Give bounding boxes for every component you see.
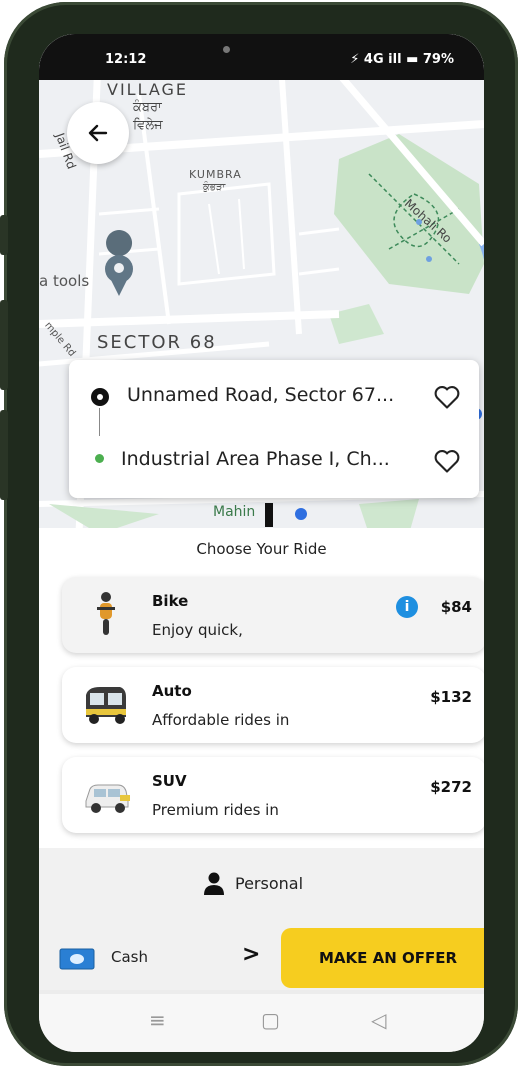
ride-option-auto[interactable]: Auto Affordable rides in $132 [62,667,484,743]
drop-dot-icon [95,454,104,463]
ride-description: Premium rides in [152,801,279,819]
ride-name: Auto [152,682,192,700]
info-icon[interactable]: i [396,596,418,618]
chevron-right-icon[interactable]: > [242,942,260,967]
pickup-dot-icon [91,388,109,406]
camera-icon [223,46,230,53]
drop-location[interactable]: Industrial Area Phase I, Ch... [121,448,390,470]
cash-icon [59,948,95,970]
arrow-left-icon [88,124,108,142]
profile-selector[interactable]: Personal [39,848,484,924]
status-bar: 12:12 ⚡ 4G ill ▬ 79% [39,34,484,80]
location-card: Unnamed Road, Sector 67... Industrial Ar… [69,360,479,498]
map-label-kumbra-punjabi: ਕੁੰਭੜਾ [203,182,226,193]
choose-ride-title: Choose Your Ride [196,540,327,558]
map-label-kumbra: KUMBRA [189,168,242,181]
ride-option-bike[interactable]: Bike Enjoy quick, i $84 [62,577,484,653]
ride-price: $272 [430,778,472,796]
payment-label: Cash [111,948,148,966]
pickup-location[interactable]: Unnamed Road, Sector 67... [127,384,394,406]
ride-name: Bike [152,592,189,610]
make-offer-button[interactable]: MAKE AN OFFER [281,928,484,988]
payment-method[interactable]: Cash > [39,924,269,990]
volume-button [0,300,8,390]
back-button[interactable] [67,102,129,164]
suv-icon [85,784,130,813]
ride-price: $132 [430,688,472,706]
ride-description: Affordable rides in [152,711,290,729]
person-icon [204,872,224,895]
home-nav-icon[interactable]: ▢ [261,1008,280,1032]
screen: VILLAGE ਕੰਬਰਾ ਵਿਲੇਜ KUMBRA ਕੁੰਭੜਾ Jail R… [39,34,484,1052]
route-connector [99,408,100,436]
map-label-mahin: Mahin [213,504,256,520]
map-label-village: VILLAGE [107,80,189,99]
map-label-sector: SECTOR 68 [97,332,217,353]
profile-label: Personal [235,874,304,893]
bottom-actions: Cash > MAKE AN OFFER [39,924,484,990]
heart-icon[interactable] [433,448,461,474]
map-label-tools: a tools [39,272,90,290]
heart-icon[interactable] [433,384,461,410]
system-nav-bar: ≡ ▢ ◁ [39,994,484,1052]
back-nav-icon[interactable]: ◁ [371,1008,386,1032]
ride-description: Enjoy quick, [152,621,243,639]
volume-button [0,215,8,255]
power-button [0,410,8,500]
ride-option-suv[interactable]: SUV Premium rides in $272 [62,757,484,833]
status-time: 12:12 [105,52,147,67]
map-label-village-punjabi: ਕੰਬਰਾ [133,100,162,115]
map-label-village-punjabi-2: ਵਿਲੇਜ [133,118,163,133]
ride-name: SUV [152,772,187,790]
bike-icon [97,592,115,635]
ride-price: $84 [440,598,472,616]
auto-rickshaw-icon [86,687,126,724]
menu-nav-icon[interactable]: ≡ [149,1008,166,1032]
status-indicators: ⚡ 4G ill ▬ 79% [350,52,454,67]
